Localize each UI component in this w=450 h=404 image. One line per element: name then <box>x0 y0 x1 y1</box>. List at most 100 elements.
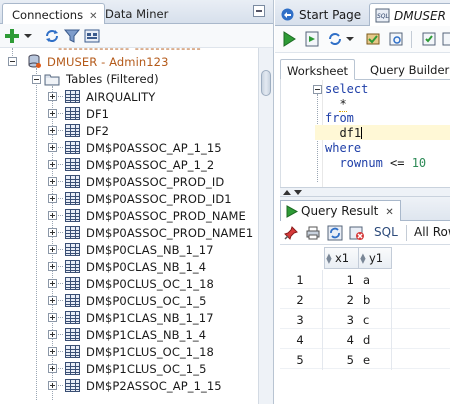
expand-toggle-icon[interactable] <box>48 211 57 220</box>
editor-results-splitter[interactable] <box>280 187 450 197</box>
tree-table-item[interactable]: DM$P0ASSOC_PROD_ID1 <box>86 190 232 207</box>
tab-query-result[interactable]: Query Result ✕ <box>280 200 401 221</box>
cell-y1[interactable]: e <box>359 350 389 369</box>
table-icon <box>65 362 80 375</box>
expand-toggle-icon[interactable] <box>48 245 57 254</box>
commit-icon[interactable] <box>364 30 382 48</box>
expand-toggle-icon[interactable] <box>48 313 57 322</box>
minimize-icon[interactable] <box>253 5 265 17</box>
pin-icon[interactable] <box>282 224 300 242</box>
cell-y1[interactable]: a <box>359 270 389 289</box>
code-line-2: * <box>325 97 347 111</box>
tree-folder-label[interactable]: Tables (Filtered) <box>66 70 159 87</box>
expand-toggle-icon[interactable] <box>48 194 57 203</box>
expand-toggle-icon[interactable] <box>48 330 57 339</box>
worksheet-subtabs: Worksheet Query Builder <box>280 57 450 80</box>
tab-connections[interactable]: Connections ✕ <box>2 3 106 24</box>
dropdown-arrow-icon[interactable] <box>345 30 355 48</box>
expand-toggle-icon[interactable] <box>48 177 57 186</box>
tree-scrollbar[interactable] <box>258 48 273 404</box>
row-number: 4 <box>296 333 304 347</box>
expand-toggle-icon[interactable] <box>48 228 57 237</box>
table-icon <box>65 328 80 341</box>
column-header-y1[interactable]: ▲ ▼ y1 <box>359 247 392 269</box>
expand-toggle-icon[interactable] <box>48 92 57 101</box>
add-connection-icon[interactable] <box>3 27 21 45</box>
tree-table-item[interactable]: DM$P0ASSOC_PROD_NAME1 <box>86 224 253 241</box>
expand-toggle-icon[interactable] <box>48 160 57 169</box>
tab-worksheet[interactable]: Worksheet <box>280 59 356 80</box>
tree-table-item[interactable]: DM$P1CLUS_OC_1_18 <box>86 343 214 360</box>
rollback-icon[interactable] <box>387 30 405 48</box>
expand-toggle-icon[interactable] <box>48 364 57 373</box>
tree-table-item[interactable]: DM$P0CLUS_OC_1_5 <box>86 292 207 309</box>
expand-toggle-icon[interactable] <box>48 279 57 288</box>
cell-x1[interactable]: 2 <box>324 290 354 309</box>
expand-toggle-icon[interactable] <box>48 296 57 305</box>
collapse-toggle-icon[interactable] <box>32 75 41 84</box>
print-icon[interactable] <box>304 224 322 242</box>
tree-table-item[interactable]: DM$P1CLAS_NB_1_17 <box>86 309 214 326</box>
sort-icon[interactable]: ▲ ▼ <box>325 253 333 265</box>
expand-toggle-icon[interactable] <box>48 347 57 356</box>
editor-tabbar: Start Page SQL DMUSER <box>275 0 450 26</box>
tree-table-item[interactable]: DM$P1CLUS_OC_1_5 <box>86 360 207 377</box>
tab-start-page[interactable]: Start Page <box>275 3 367 26</box>
tree-table-item[interactable]: DF1 <box>86 105 109 122</box>
run-script-icon[interactable] <box>303 30 321 48</box>
connections-toolbar <box>0 24 273 48</box>
refresh-results-icon[interactable] <box>326 224 344 242</box>
tab-query-builder[interactable]: Query Builder <box>364 59 450 80</box>
column-header-x1[interactable]: ▲ ▼ x1 <box>324 247 359 269</box>
explain-plan-icon[interactable] <box>440 30 450 48</box>
dropdown-arrow-icon[interactable] <box>23 27 33 45</box>
autotrace-icon[interactable] <box>326 30 344 48</box>
cancel-icon[interactable] <box>420 30 438 48</box>
run-statement-icon[interactable] <box>280 30 298 48</box>
tree-table-item[interactable]: DM$P0ASSOC_PROD_ID <box>86 173 224 190</box>
tree-table-item[interactable]: DM$P0ASSOC_AP_1_2 <box>86 156 214 173</box>
tree-table-item[interactable]: DM$P1CLAS_NB_1_4 <box>86 326 206 343</box>
expand-toggle-icon[interactable] <box>48 262 57 271</box>
tree-table-item[interactable]: DM$P0CLAS_NB_1_17 <box>86 241 214 258</box>
results-grid: ▲ ▼ x1 ▲ ▼ y1 11a22b33c44d55e <box>280 245 450 404</box>
close-icon[interactable]: ✕ <box>385 207 393 218</box>
sql-button[interactable]: SQL <box>374 225 398 239</box>
tree-table-item[interactable]: DM$P0CLAS_NB_1_4 <box>86 258 206 275</box>
tree-table-item[interactable]: DM$P2ASSOC_AP_1_15 <box>86 377 222 394</box>
splitter-arrows-icon[interactable] <box>282 189 304 197</box>
cell-y1[interactable]: d <box>359 330 389 349</box>
sql-editor[interactable]: select * from df1 where rownum <= 10 <box>280 80 450 187</box>
tree-table-item[interactable]: DM$P0ASSOC_PROD_NAME <box>86 207 246 224</box>
expand-toggle-icon[interactable] <box>48 381 57 390</box>
sort-icon[interactable]: ▲ ▼ <box>359 253 367 265</box>
collapse-toggle-icon[interactable] <box>8 57 17 66</box>
cell-y1[interactable]: c <box>359 310 389 329</box>
tree-table-item[interactable]: DM$P0CLUS_OC_1_18 <box>86 275 214 292</box>
schema-browser-icon[interactable] <box>83 27 101 45</box>
scrollbar-thumb[interactable] <box>261 70 271 96</box>
cell-x1[interactable]: 1 <box>324 270 354 289</box>
start-page-icon <box>280 7 295 22</box>
run-icon <box>286 205 298 218</box>
cell-x1[interactable]: 4 <box>324 330 354 349</box>
expand-toggle-icon[interactable] <box>48 126 57 135</box>
table-icon <box>65 379 80 392</box>
tab-data-miner[interactable]: Data Miner <box>96 3 175 24</box>
tree-table-item[interactable]: AIRQUALITY <box>86 88 155 105</box>
filter-icon[interactable] <box>63 27 81 45</box>
tree-table-item[interactable]: DM$P0ASSOC_AP_1_15 <box>86 139 222 156</box>
cell-y1[interactable]: b <box>359 290 389 309</box>
cell-x1[interactable]: 5 <box>324 350 354 369</box>
tree-table-item[interactable]: DF2 <box>86 122 109 139</box>
refresh-icon[interactable] <box>43 27 61 45</box>
table-icon <box>65 345 80 358</box>
cancel-query-icon[interactable] <box>348 224 366 242</box>
expand-toggle-icon[interactable] <box>48 109 57 118</box>
tree-connection-label[interactable]: DMUSER - Admin123 <box>47 53 169 70</box>
tab-query-builder-label: Query Builder <box>370 63 450 77</box>
fold-toggle-icon[interactable] <box>313 85 322 94</box>
expand-toggle-icon[interactable] <box>48 143 57 152</box>
cell-x1[interactable]: 3 <box>324 310 354 329</box>
tab-dmuser-worksheet[interactable]: SQL DMUSER <box>369 3 450 26</box>
